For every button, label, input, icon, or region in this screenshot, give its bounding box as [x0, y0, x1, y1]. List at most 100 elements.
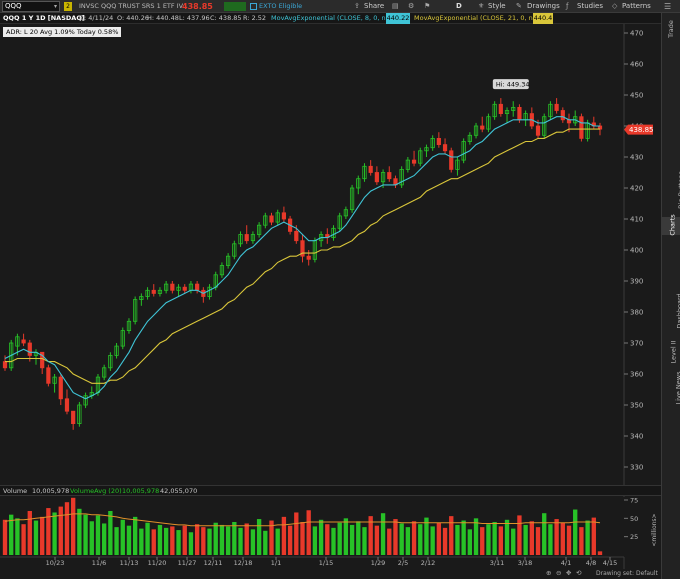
candle-body	[46, 367, 51, 384]
volume-bar	[467, 529, 473, 555]
volume-value: 10,005,978	[32, 487, 70, 495]
volume-label: Volume	[3, 487, 28, 495]
volume-bar	[40, 516, 45, 555]
print-icon[interactable]: ▤	[392, 0, 399, 13]
sidebar-tab-trade[interactable]: Trade	[662, 20, 680, 38]
sidebar-tab-label: Live News	[674, 371, 680, 405]
date-tick-label: 12/11	[204, 559, 223, 567]
price-tick-label: 400	[630, 247, 643, 255]
price-tick-label: 390	[630, 278, 643, 286]
chevron-down-icon[interactable]: ▾	[54, 2, 57, 11]
volume-bar	[176, 530, 181, 555]
share-button[interactable]: Share	[364, 0, 384, 13]
ext-icon	[250, 3, 257, 10]
symbol-input[interactable]: QQQ ▾	[2, 1, 60, 12]
zoom-out-icon[interactable]: ⊖	[556, 568, 561, 579]
volume-bar	[418, 524, 423, 555]
date-tick-label: 12/18	[234, 559, 253, 567]
link-badge[interactable]: 2	[64, 2, 72, 11]
candle-body	[480, 125, 485, 130]
volume-bar	[523, 524, 528, 555]
volume-bar	[58, 506, 63, 555]
top-toolbar: QQQ ▾ 2 INVSC QQQ TRUST SRS 1 ETF IV 438.…	[0, 0, 680, 13]
volume-bar	[535, 527, 541, 555]
volume-bar	[89, 521, 94, 555]
sidebar-tab-live-news[interactable]: Live News	[662, 372, 680, 405]
price-tick-label: 380	[630, 309, 643, 317]
studies-button[interactable]: Studies	[577, 0, 603, 13]
settings-icon[interactable]: ⚙	[408, 0, 414, 13]
style-button[interactable]: Style	[488, 0, 506, 13]
zoom-in-icon[interactable]: ⊕	[546, 568, 551, 579]
volume-bar	[263, 530, 268, 555]
candle-body	[151, 289, 156, 294]
right-sidebar: Trade Times And Sales Active Trader Big But…	[661, 13, 680, 579]
candle-body	[58, 376, 63, 400]
volume-bar	[46, 508, 51, 555]
drawing-set-label[interactable]: Drawing set: Default	[596, 568, 658, 579]
bottom-bar: ⊕ ⊖ ✥ ⟲ Drawing set: Default	[0, 569, 661, 579]
sidebar-tab-dashboard[interactable]: Dashboard	[662, 293, 680, 328]
volume-tick-label: 75	[630, 497, 638, 505]
volume-bar	[157, 524, 163, 555]
drawings-button[interactable]: Drawings	[527, 0, 560, 13]
volume-bar	[21, 524, 26, 555]
volume-tick-label: 50	[630, 515, 638, 523]
flag-icon[interactable]: ⚑	[424, 0, 430, 13]
ema21-value: 440.4	[533, 13, 553, 24]
volume-bar	[430, 526, 435, 555]
sidebar-tab-active-trader[interactable]: Active Trader	[662, 118, 680, 161]
volume-bar	[95, 515, 101, 555]
date-tick-label: 4/8	[586, 559, 596, 567]
menu-icon[interactable]: ☰	[664, 0, 671, 13]
volume-bar	[356, 521, 361, 555]
volume-bar	[480, 527, 485, 555]
sidebar-tab-level-ii[interactable]: Level II	[662, 340, 680, 363]
sidebar-tab-big-buttons[interactable]: Big Buttons	[662, 171, 680, 209]
pan-icon[interactable]: ✥	[566, 568, 571, 579]
info-date: D: 4/11/24	[79, 14, 114, 22]
volume-bar	[498, 526, 504, 555]
volume-bar	[201, 527, 206, 555]
sidebar-tab-charts[interactable]: Charts	[662, 214, 680, 236]
volume-bar	[33, 520, 39, 555]
volume-avg-label: VolumeAvg (20)	[70, 487, 122, 495]
patterns-button[interactable]: Patterns	[622, 0, 651, 13]
d-button[interactable]: D	[456, 0, 462, 13]
volume-bar	[393, 519, 398, 555]
volume-bar	[151, 529, 156, 555]
volume-bar	[232, 522, 237, 555]
candle-body	[411, 159, 417, 164]
volume-bar	[250, 529, 256, 555]
candle-body	[374, 172, 379, 183]
candle-body	[535, 125, 541, 136]
date-tick-label: 2/12	[421, 559, 436, 567]
volume-bar	[542, 513, 547, 555]
volume-bar	[504, 519, 510, 555]
reset-icon[interactable]: ⟲	[576, 568, 581, 579]
volume-bar	[281, 516, 287, 555]
date-tick-label: 11/6	[92, 559, 107, 567]
ext-label[interactable]: EXTO Eligible	[259, 0, 302, 13]
volume-bar	[387, 528, 392, 555]
ema21-label: MovAvgExponential (CLOSE, 21, 0, no)	[414, 14, 540, 22]
candle-body	[449, 150, 454, 170]
sidebar-tab-label: Dashboard	[675, 293, 680, 329]
volume-bar	[27, 511, 32, 555]
volume-bar	[225, 526, 231, 555]
volume-bar	[145, 522, 150, 555]
volume-bar	[318, 519, 324, 555]
volume-bar	[399, 523, 404, 555]
date-tick-label: 1/29	[371, 559, 386, 567]
volume-bar	[213, 522, 218, 555]
price-pane	[0, 24, 661, 485]
sidebar-tab-phase-scores[interactable]: Phase Scores	[662, 243, 680, 286]
volume-bar	[182, 525, 187, 555]
candle-body	[306, 255, 311, 260]
adr-box: ADR: L 20 Avg 1.09% Today 0.58%	[3, 27, 122, 37]
candle-body	[182, 286, 187, 291]
sidebar-tab-times-and-sales[interactable]: Times And Sales	[662, 83, 680, 93]
volume-bar	[207, 528, 212, 555]
volume-bar	[287, 525, 293, 555]
volume-bar	[405, 527, 411, 555]
